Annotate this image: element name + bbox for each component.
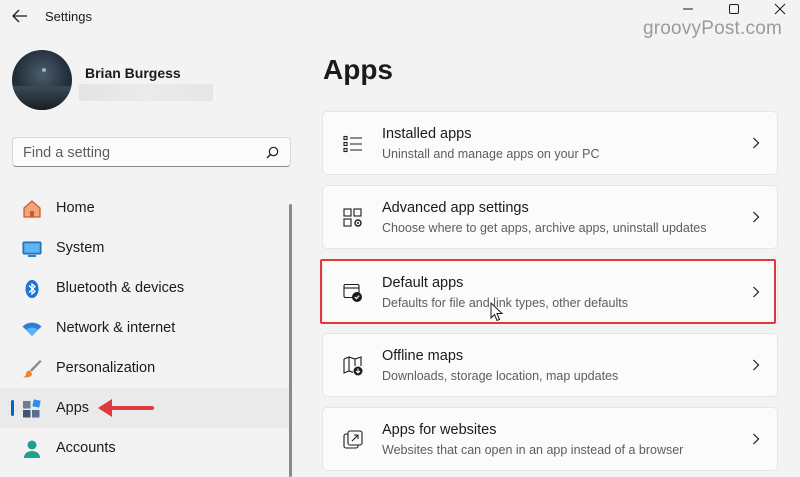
annotation-arrow-icon xyxy=(98,399,154,417)
card-installed-apps[interactable]: Installed apps Uninstall and manage apps… xyxy=(322,111,778,175)
sidebar-item-label: System xyxy=(56,240,105,256)
home-icon xyxy=(21,198,43,220)
avatar[interactable] xyxy=(12,50,72,110)
title-bar: Settings groovyPost.com xyxy=(0,0,800,39)
sidebar-item-personalization[interactable]: Personalization xyxy=(0,348,290,388)
sidebar-item-bluetooth[interactable]: Bluetooth & devices xyxy=(0,268,290,308)
card-offline-maps[interactable]: Offline maps Downloads, storage location… xyxy=(322,333,778,397)
installed-apps-icon xyxy=(342,133,364,155)
selection-indicator xyxy=(11,400,14,416)
profile-email-redacted xyxy=(79,84,213,101)
wifi-icon xyxy=(21,318,43,340)
sidebar-nav: Home System Bluetooth & devices Network … xyxy=(0,188,290,468)
accounts-icon xyxy=(21,438,43,460)
annotation-highlight-box xyxy=(320,259,776,324)
search-input[interactable] xyxy=(23,143,253,162)
sidebar-item-label: Apps xyxy=(56,400,90,416)
card-apps-for-websites[interactable]: Apps for websites Websites that can open… xyxy=(322,407,778,471)
advanced-apps-icon xyxy=(342,207,364,229)
sidebar-item-label: Network & internet xyxy=(56,320,176,336)
sidebar-item-label: Accounts xyxy=(56,440,116,456)
card-advanced-app-settings[interactable]: Advanced app settings Choose where to ge… xyxy=(322,185,778,249)
sidebar-item-network[interactable]: Network & internet xyxy=(0,308,290,348)
offline-maps-icon xyxy=(342,355,364,377)
close-button[interactable] xyxy=(760,0,800,18)
minimize-icon xyxy=(683,8,693,10)
card-description: Uninstall and manage apps on your PC xyxy=(382,147,600,161)
back-button[interactable] xyxy=(8,5,32,27)
sidebar-item-system[interactable]: System xyxy=(0,228,290,268)
window-title: Settings xyxy=(45,9,92,24)
card-title: Advanced app settings xyxy=(382,200,529,216)
sidebar-item-home[interactable]: Home xyxy=(0,188,290,228)
chevron-right-icon xyxy=(753,433,760,445)
settings-window: Settings groovyPost.com Brian Burgess Fi… xyxy=(0,0,800,477)
brush-icon xyxy=(21,358,43,380)
chevron-right-icon xyxy=(753,137,760,149)
watermark: groovyPost.com xyxy=(642,18,782,39)
card-description: Choose where to get apps, archive apps, … xyxy=(382,221,707,235)
card-title: Apps for websites xyxy=(382,422,497,438)
card-title: Installed apps xyxy=(382,126,472,142)
close-icon xyxy=(774,3,786,15)
apps-icon xyxy=(21,398,43,420)
mouse-cursor-icon xyxy=(490,302,504,322)
chevron-right-icon xyxy=(753,359,760,371)
sidebar-scrollbar[interactable] xyxy=(289,204,292,477)
back-arrow-icon xyxy=(12,9,27,23)
search-icon[interactable] xyxy=(266,146,279,159)
card-title: Offline maps xyxy=(382,348,464,364)
chevron-right-icon xyxy=(753,211,760,223)
system-icon xyxy=(21,238,43,260)
apps-for-websites-icon xyxy=(342,429,364,451)
bluetooth-icon xyxy=(21,278,43,300)
card-description: Websites that can open in an app instead… xyxy=(382,443,684,457)
sidebar-item-label: Bluetooth & devices xyxy=(56,280,185,296)
profile-name: Brian Burgess xyxy=(85,65,181,81)
maximize-icon xyxy=(729,4,739,14)
page-title: Apps xyxy=(323,54,393,85)
card-description: Downloads, storage location, map updates xyxy=(382,369,619,383)
maximize-button[interactable] xyxy=(714,0,754,18)
sidebar-item-label: Personalization xyxy=(56,360,156,376)
minimize-button[interactable] xyxy=(668,0,708,18)
search-box[interactable] xyxy=(12,137,291,167)
sidebar-item-accounts[interactable]: Accounts xyxy=(0,428,290,468)
sidebar-item-label: Home xyxy=(56,200,95,216)
